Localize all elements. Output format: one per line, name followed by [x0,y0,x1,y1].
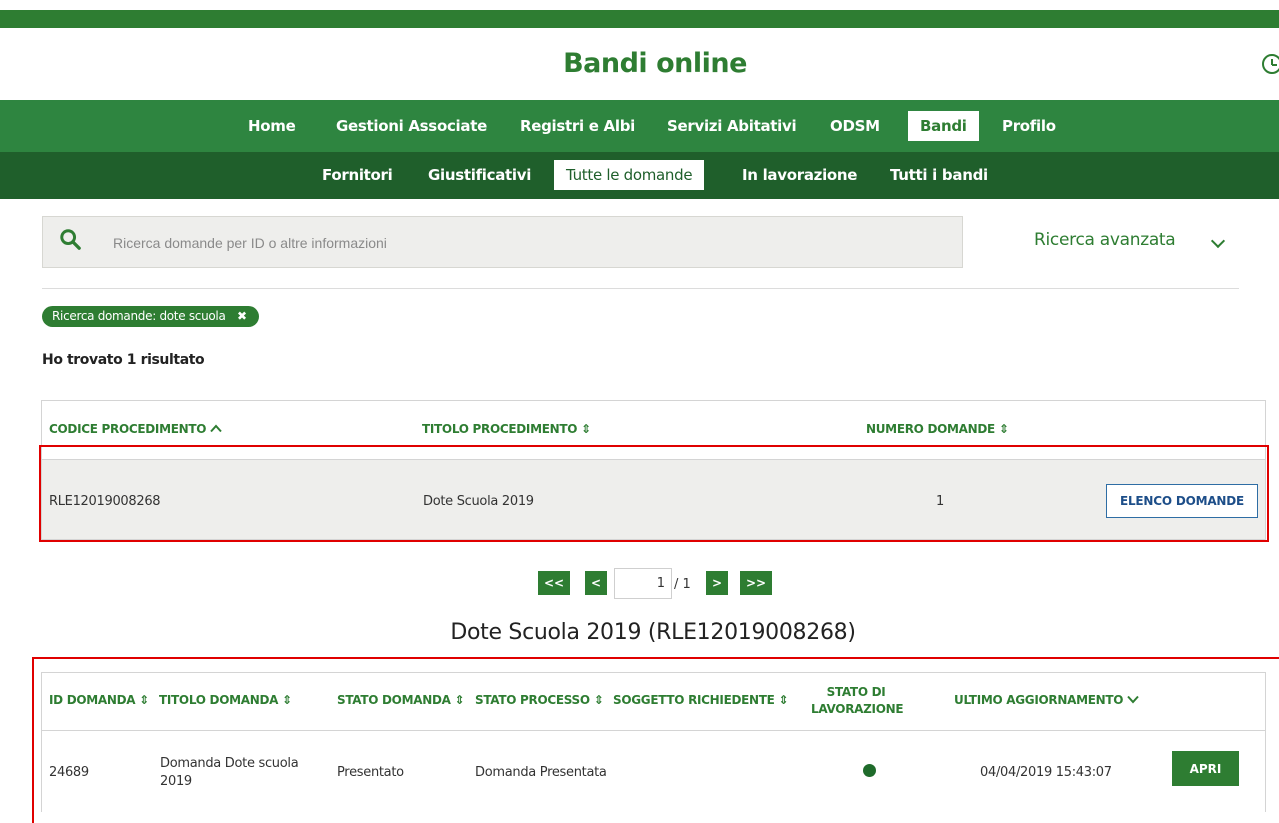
sort-icon: ⇕ [282,693,292,707]
main-nav: Home Gestioni Associate Registri e Albi … [0,100,1279,152]
cell-id-domanda: 24689 [49,765,89,780]
column-header-stato-lavorazione: STATO DI LAVORAZIONE [811,685,904,716]
remove-filter-icon[interactable]: ✖ [237,306,247,327]
page-total: / 1 [674,577,691,592]
nav-item-servizi-abitativi[interactable]: Servizi Abitativi [667,111,797,141]
sort-desc-icon [1127,695,1139,704]
sort-icon: ⇕ [998,422,1009,436]
column-header-numero[interactable]: NUMERO DOMANDE ⇕ [866,422,1009,436]
nav-item-gestioni-associate[interactable]: Gestioni Associate [336,111,487,141]
cell-codice: RLE12019008268 [49,494,161,509]
cell-titolo: Dote Scuola 2019 [423,494,534,509]
chevron-down-icon[interactable] [1210,233,1226,249]
next-page-button[interactable]: > [706,571,728,595]
sort-asc-icon [210,424,222,433]
subnav-item-tutti-i-bandi[interactable]: Tutti i bandi [890,160,988,190]
search-icon[interactable] [59,228,81,250]
cell-numero: 1 [936,494,944,509]
cell-ultimo-aggiornamento: 04/04/2019 15:43:07 [980,765,1112,780]
divider [42,288,1239,289]
status-dot-icon [863,764,876,777]
nav-item-bandi[interactable]: Bandi [908,111,979,141]
nav-item-registri-albi[interactable]: Registri e Albi [520,111,635,141]
column-header-soggetto-richiedente[interactable]: SOGGETTO RICHIEDENTE ⇕ [613,693,789,707]
prev-page-button[interactable]: < [585,571,607,595]
domande-table: ID DOMANDA ⇕ TITOLO DOMANDA ⇕ STATO DOMAND… [41,672,1266,812]
elenco-domande-button[interactable]: ELENCO DOMANDE [1106,484,1258,518]
table-row: RLE12019008268 Dote Scuola 2019 1 ELENCO… [42,459,1265,539]
cell-titolo-domanda: Domanda Dote scuola 2019 [160,756,299,789]
sort-icon: ⇕ [454,693,465,707]
column-header-id-domanda[interactable]: ID DOMANDA ⇕ [49,693,149,707]
search-input[interactable] [113,231,933,255]
title-bar: Bandi online [0,28,1279,100]
top-stripe [0,10,1279,28]
table-row: 24689 Domanda Dote scuola 2019 Presentat… [42,730,1265,810]
subnav-item-tutte-le-domande[interactable]: Tutte le domande [554,160,705,190]
column-header-stato-domanda[interactable]: STATO DOMANDA ⇕ [337,693,465,707]
cell-stato-domanda: Presentato [337,765,404,780]
column-header-codice[interactable]: CODICE PROCEDIMENTO [49,422,222,436]
first-page-button[interactable]: << [538,571,570,595]
subnav-item-giustificativi[interactable]: Giustificativi [428,160,531,190]
nav-item-home[interactable]: Home [248,111,296,141]
sort-icon: ⇕ [581,422,591,436]
sort-icon: ⇕ [778,693,789,707]
nav-item-odsm[interactable]: ODSM [830,111,880,141]
sort-icon: ⇕ [139,693,150,707]
column-header-titolo[interactable]: TITOLO PROCEDIMENTO ⇕ [422,422,591,436]
page-number-input[interactable] [614,568,672,599]
site-title: Bandi online [563,48,747,79]
subnav-item-in-lavorazione[interactable]: In lavorazione [742,160,857,190]
column-header-stato-processo[interactable]: STATO PROCESSO ⇕ [475,693,604,707]
column-header-titolo-domanda[interactable]: TITOLO DOMANDA ⇕ [159,693,292,707]
procedures-table: CODICE PROCEDIMENTO TITOLO PROCEDIMENTO ⇕… [41,400,1266,540]
result-count: Ho trovato 1 risultato [42,352,205,368]
filter-chip-label: Ricerca domande: dote scuola [52,309,226,323]
sub-nav: Fornitori Giustificativi Tutte le domand… [0,152,1279,199]
last-page-button[interactable]: >> [740,571,772,595]
clock-icon[interactable] [1262,54,1279,74]
nav-item-profilo[interactable]: Profilo [1002,111,1056,141]
filter-chip: Ricerca domande: dote scuola ✖ [42,306,259,327]
search-box [42,216,963,268]
column-header-ultimo-aggiornamento[interactable]: ULTIMO AGGIORNAMENTO [954,693,1139,707]
subnav-item-fornitori[interactable]: Fornitori [322,160,393,190]
cell-stato-processo: Domanda Presentata [475,765,607,780]
detail-title: Dote Scuola 2019 (RLE12019008268) [450,620,856,645]
apri-button[interactable]: APRI [1172,751,1239,786]
sort-icon: ⇕ [593,693,604,707]
advanced-search-toggle[interactable]: Ricerca avanzata [1034,230,1176,250]
